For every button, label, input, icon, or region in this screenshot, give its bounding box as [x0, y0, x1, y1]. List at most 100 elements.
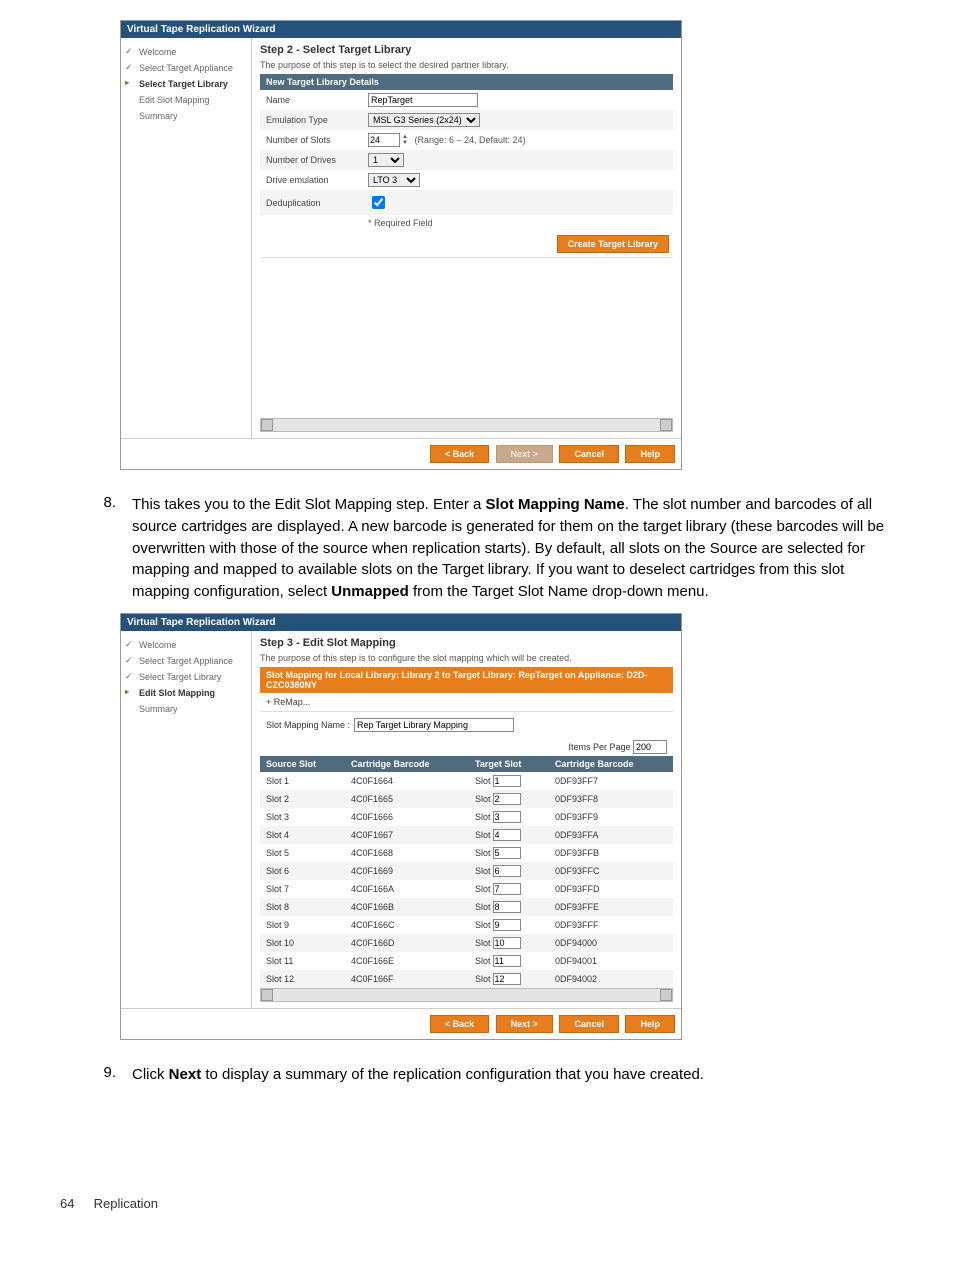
sidebar-step-target-library[interactable]: ✓Select Target Library — [121, 669, 251, 685]
target-slot-label: Slot — [475, 920, 491, 930]
target-barcode-cell: 0DF94000 — [549, 934, 673, 952]
sidebar-step-edit-slot-mapping[interactable]: ▸Edit Slot Mapping — [121, 685, 251, 701]
items-per-page-field[interactable] — [633, 740, 667, 754]
target-slot-field[interactable] — [493, 829, 521, 841]
target-slot-field[interactable] — [493, 955, 521, 967]
number-of-drives-label: Number of Drives — [260, 150, 362, 170]
target-slot-field[interactable] — [493, 937, 521, 949]
horizontal-scrollbar[interactable] — [260, 988, 673, 1002]
check-icon: ✓ — [125, 62, 133, 73]
target-slot-label: Slot — [475, 938, 491, 948]
col-target-slot: Target Slot — [469, 756, 549, 772]
target-barcode-cell: 0DF93FF9 — [549, 808, 673, 826]
target-slot-field[interactable] — [493, 775, 521, 787]
target-barcode-cell: 0DF93FFB — [549, 844, 673, 862]
source-slot-cell: Slot 11 — [260, 952, 345, 970]
horizontal-scrollbar[interactable] — [260, 418, 673, 432]
name-label: Name — [260, 90, 362, 110]
step-heading: Step 3 - Edit Slot Mapping — [260, 637, 673, 649]
target-barcode-cell: 0DF93FFA — [549, 826, 673, 844]
source-barcode-cell: 4C0F1665 — [345, 790, 469, 808]
wizard-title: Virtual Tape Replication Wizard — [121, 614, 681, 631]
section-name: Replication — [94, 1196, 158, 1211]
target-slot-label: Slot — [475, 884, 491, 894]
drive-emulation-select[interactable]: LTO 3 — [368, 173, 420, 187]
sidebar-step-welcome[interactable]: ✓Welcome — [121, 44, 251, 60]
source-barcode-cell: 4C0F166C — [345, 916, 469, 934]
step-number: 8. — [60, 494, 132, 603]
next-button[interactable]: Next > — [496, 1015, 553, 1033]
sidebar-step-summary[interactable]: Summary — [121, 701, 251, 717]
table-row: Slot 34C0F1666Slot0DF93FF9 — [260, 808, 673, 826]
source-slot-cell: Slot 1 — [260, 772, 345, 790]
table-row: Slot 74C0F166ASlot0DF93FFD — [260, 880, 673, 898]
scroll-right-icon[interactable] — [660, 989, 672, 1001]
wizard-main: Step 3 - Edit Slot Mapping The purpose o… — [252, 631, 681, 1008]
target-slot-field[interactable] — [493, 919, 521, 931]
target-slot-field[interactable] — [493, 901, 521, 913]
target-slot-field[interactable] — [493, 847, 521, 859]
remap-link[interactable]: + ReMap... — [260, 693, 673, 712]
source-slot-cell: Slot 4 — [260, 826, 345, 844]
target-slot-label: Slot — [475, 866, 491, 876]
help-button[interactable]: Help — [625, 1015, 675, 1033]
table-row: Slot 24C0F1665Slot0DF93FF8 — [260, 790, 673, 808]
source-slot-cell: Slot 9 — [260, 916, 345, 934]
next-button[interactable]: Next > — [496, 445, 553, 463]
sidebar-step-target-library[interactable]: ▸Select Target Library — [121, 76, 251, 92]
wizard-footer: < Back Next > Cancel Help — [121, 438, 681, 469]
sidebar-step-edit-slot-mapping[interactable]: Edit Slot Mapping — [121, 92, 251, 108]
source-slot-cell: Slot 2 — [260, 790, 345, 808]
help-button[interactable]: Help — [625, 445, 675, 463]
table-row: Slot 114C0F166ESlot0DF94001 — [260, 952, 673, 970]
slot-mapping-name-label: Slot Mapping Name : — [266, 720, 350, 730]
source-slot-cell: Slot 6 — [260, 862, 345, 880]
cancel-button[interactable]: Cancel — [559, 1015, 619, 1033]
number-of-slots-field[interactable] — [368, 133, 400, 147]
cancel-button[interactable]: Cancel — [559, 445, 619, 463]
scroll-left-icon[interactable] — [261, 419, 273, 431]
check-icon: ✓ — [125, 655, 133, 666]
slot-mapping-name-field[interactable] — [354, 718, 514, 732]
scroll-right-icon[interactable] — [660, 419, 672, 431]
col-cartridge-barcode-target: Cartridge Barcode — [549, 756, 673, 772]
target-slot-label: Slot — [475, 830, 491, 840]
step-8-text: This takes you to the Edit Slot Mapping … — [132, 494, 894, 603]
scroll-left-icon[interactable] — [261, 989, 273, 1001]
sidebar-step-target-appliance[interactable]: ✓Select Target Appliance — [121, 60, 251, 76]
target-barcode-cell: 0DF93FF7 — [549, 772, 673, 790]
source-barcode-cell: 4C0F166F — [345, 970, 469, 988]
emulation-type-select[interactable]: MSL G3 Series (2x24) — [368, 113, 480, 127]
number-of-drives-select[interactable]: 1 — [368, 153, 404, 167]
sidebar-step-target-appliance[interactable]: ✓Select Target Appliance — [121, 653, 251, 669]
library-details-form: Name Emulation Type MSL G3 Series (2x24)… — [260, 90, 673, 231]
back-button[interactable]: < Back — [430, 445, 489, 463]
wizard-sidebar: ✓Welcome ✓Select Target Appliance ✓Selec… — [121, 631, 252, 1008]
wizard-step2: Virtual Tape Replication Wizard ✓Welcome… — [120, 20, 682, 470]
target-slot-field[interactable] — [493, 793, 521, 805]
source-barcode-cell: 4C0F166A — [345, 880, 469, 898]
step-9-text: Click Next to display a summary of the r… — [132, 1064, 894, 1086]
next-term: Next — [169, 1066, 202, 1083]
target-slot-label: Slot — [475, 902, 491, 912]
target-slot-field[interactable] — [493, 865, 521, 877]
check-icon: ✓ — [125, 639, 133, 650]
create-target-library-button[interactable]: Create Target Library — [557, 235, 669, 253]
sidebar-step-summary[interactable]: Summary — [121, 108, 251, 124]
unmapped-term: Unmapped — [331, 583, 409, 600]
target-slot-field[interactable] — [493, 973, 521, 985]
table-row: Slot 94C0F166CSlot0DF93FFF — [260, 916, 673, 934]
emulation-type-label: Emulation Type — [260, 110, 362, 130]
spinner-icon[interactable]: ▲▼ — [402, 134, 408, 146]
back-button[interactable]: < Back — [430, 1015, 489, 1033]
step-heading: Step 2 - Select Target Library — [260, 44, 673, 56]
name-field[interactable] — [368, 93, 478, 107]
arrow-icon: ▸ — [125, 78, 129, 87]
table-row: Slot 104C0F166DSlot0DF94000 — [260, 934, 673, 952]
source-barcode-cell: 4C0F166E — [345, 952, 469, 970]
sidebar-step-welcome[interactable]: ✓Welcome — [121, 637, 251, 653]
target-slot-field[interactable] — [493, 883, 521, 895]
target-slot-field[interactable] — [493, 811, 521, 823]
deduplication-checkbox[interactable] — [372, 196, 385, 209]
page-number: 64 — [60, 1196, 90, 1211]
